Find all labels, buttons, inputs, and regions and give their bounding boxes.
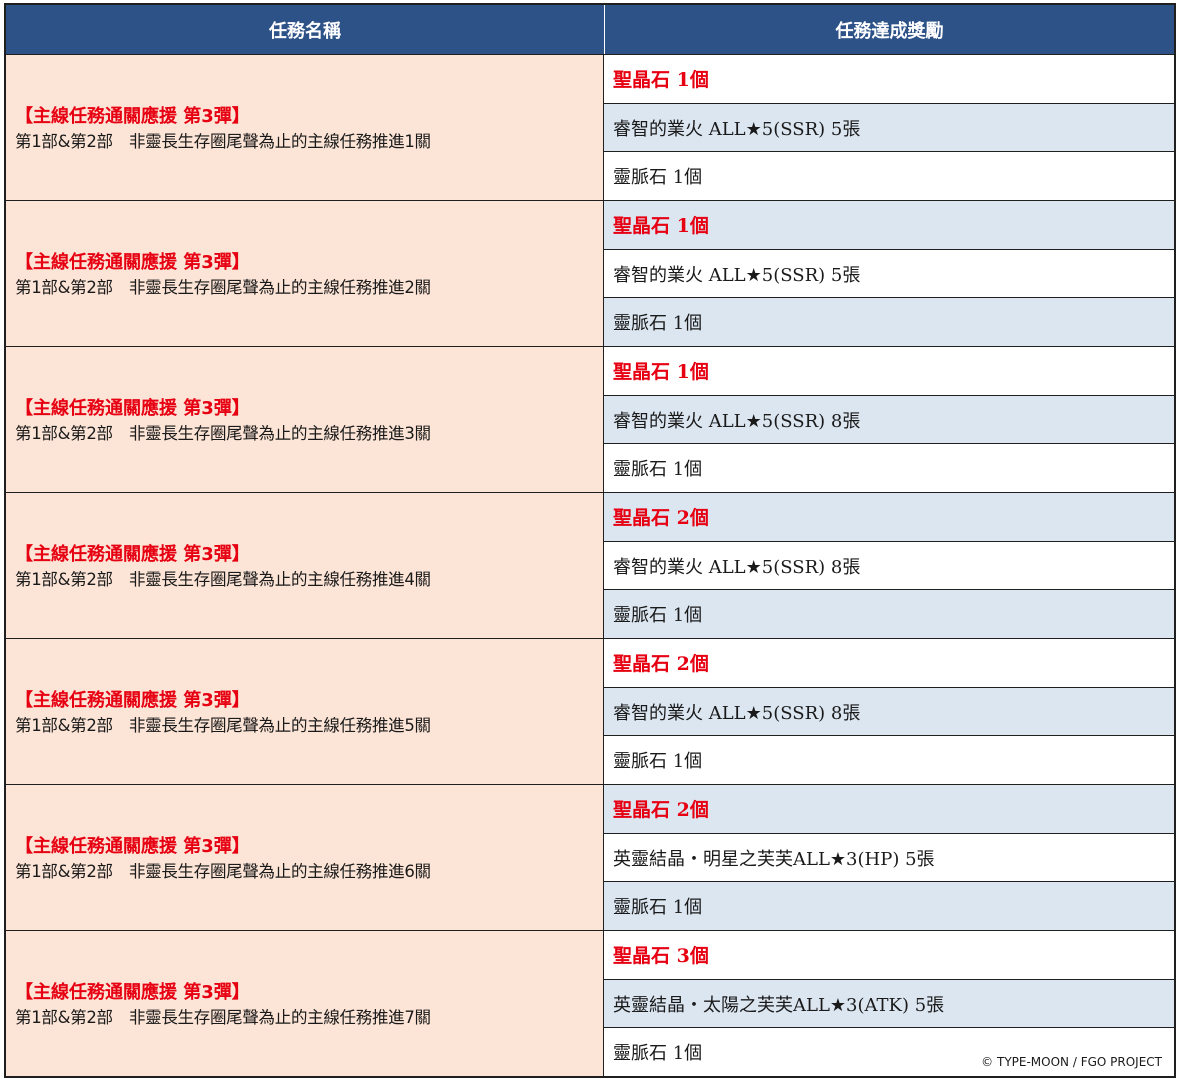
table-row: 【主線任務通關應援 第3彈】第1部&第2部 非靈長生存圈尾聲為止的主線任務推進4… <box>6 493 1174 639</box>
table-body: 【主線任務通關應援 第3彈】第1部&第2部 非靈長生存圈尾聲為止的主線任務推進1… <box>6 55 1174 1077</box>
table-row: 【主線任務通關應援 第3彈】第1部&第2部 非靈長生存圈尾聲為止的主線任務推進2… <box>6 201 1174 347</box>
header-mission-name: 任務名稱 <box>6 5 605 54</box>
table-header: 任務名稱 任務達成獎勵 <box>6 5 1174 55</box>
mission-title: 【主線任務通關應援 第3彈】 <box>15 105 250 127</box>
reward-item: 聖晶石 3個 <box>604 931 1174 980</box>
reward-item: 聖晶石 1個 <box>604 347 1174 396</box>
mission-name-cell: 【主線任務通關應援 第3彈】第1部&第2部 非靈長生存圈尾聲為止的主線任務推進3… <box>6 347 604 492</box>
table-row: 【主線任務通關應援 第3彈】第1部&第2部 非靈長生存圈尾聲為止的主線任務推進3… <box>6 347 1174 493</box>
reward-item: 靈脈石 1個 <box>604 882 1174 931</box>
mission-name-cell: 【主線任務通關應援 第3彈】第1部&第2部 非靈長生存圈尾聲為止的主線任務推進5… <box>6 639 604 784</box>
mission-description: 第1部&第2部 非靈長生存圈尾聲為止的主線任務推進5關 <box>15 715 431 735</box>
reward-item: 英靈結晶・太陽之芙芙ALL★3(ATK) 5張 <box>604 979 1174 1029</box>
mission-description: 第1部&第2部 非靈長生存圈尾聲為止的主線任務推進7關 <box>15 1007 431 1027</box>
mission-description: 第1部&第2部 非靈長生存圈尾聲為止的主線任務推進1關 <box>15 131 431 151</box>
mission-name-cell: 【主線任務通關應援 第3彈】第1部&第2部 非靈長生存圈尾聲為止的主線任務推進1… <box>6 55 604 200</box>
reward-item: 睿智的業火 ALL★5(SSR) 8張 <box>604 687 1174 737</box>
mission-name-cell: 【主線任務通關應援 第3彈】第1部&第2部 非靈長生存圈尾聲為止的主線任務推進6… <box>6 785 604 930</box>
reward-item: 睿智的業火 ALL★5(SSR) 8張 <box>604 395 1174 445</box>
mission-reward-cell: 聖晶石 2個 睿智的業火 ALL★5(SSR) 8張 靈脈石 1個 <box>604 493 1174 639</box>
mission-reward-table: 任務名稱 任務達成獎勵 【主線任務通關應援 第3彈】第1部&第2部 非靈長生存圈… <box>4 3 1176 1078</box>
mission-reward-cell: 聖晶石 1個 睿智的業火 ALL★5(SSR) 8張 靈脈石 1個 <box>604 347 1174 493</box>
reward-item: 睿智的業火 ALL★5(SSR) 5張 <box>604 249 1174 299</box>
reward-item: 聖晶石 1個 <box>604 55 1174 104</box>
mission-name-cell: 【主線任務通關應援 第3彈】第1部&第2部 非靈長生存圈尾聲為止的主線任務推進7… <box>6 931 604 1076</box>
mission-reward-cell: 聖晶石 1個 睿智的業火 ALL★5(SSR) 5張 靈脈石 1個 <box>604 55 1174 201</box>
mission-reward-cell: 聖晶石 2個 英靈結晶・明星之芙芙ALL★3(HP) 5張 靈脈石 1個 <box>604 785 1174 931</box>
reward-item: 英靈結晶・明星之芙芙ALL★3(HP) 5張 <box>604 833 1174 883</box>
mission-title: 【主線任務通關應援 第3彈】 <box>15 689 250 711</box>
mission-reward-cell: 聖晶石 1個 睿智的業火 ALL★5(SSR) 5張 靈脈石 1個 <box>604 201 1174 347</box>
reward-item: 聖晶石 2個 <box>604 639 1174 688</box>
reward-item: 靈脈石 1個 <box>604 590 1174 639</box>
table-row: 【主線任務通關應援 第3彈】第1部&第2部 非靈長生存圈尾聲為止的主線任務推進6… <box>6 785 1174 931</box>
mission-title: 【主線任務通關應援 第3彈】 <box>15 251 250 273</box>
reward-item: 睿智的業火 ALL★5(SSR) 5張 <box>604 103 1174 153</box>
mission-description: 第1部&第2部 非靈長生存圈尾聲為止的主線任務推進6關 <box>15 861 431 881</box>
mission-description: 第1部&第2部 非靈長生存圈尾聲為止的主線任務推進3關 <box>15 423 431 443</box>
reward-item: 聖晶石 1個 <box>604 201 1174 250</box>
reward-item: 靈脈石 1個 <box>604 444 1174 493</box>
reward-item: 靈脈石 1個 <box>604 298 1174 347</box>
mission-name-cell: 【主線任務通關應援 第3彈】第1部&第2部 非靈長生存圈尾聲為止的主線任務推進2… <box>6 201 604 346</box>
reward-item: 聖晶石 2個 <box>604 785 1174 834</box>
reward-item: 靈脈石 1個 <box>604 736 1174 785</box>
reward-item: 靈脈石 1個 <box>604 152 1174 201</box>
mission-title: 【主線任務通關應援 第3彈】 <box>15 981 250 1003</box>
mission-title: 【主線任務通關應援 第3彈】 <box>15 543 250 565</box>
reward-item: 睿智的業火 ALL★5(SSR) 8張 <box>604 541 1174 591</box>
reward-item: 聖晶石 2個 <box>604 493 1174 542</box>
mission-name-cell: 【主線任務通關應援 第3彈】第1部&第2部 非靈長生存圈尾聲為止的主線任務推進4… <box>6 493 604 638</box>
mission-description: 第1部&第2部 非靈長生存圈尾聲為止的主線任務推進4關 <box>15 569 431 589</box>
mission-title: 【主線任務通關應援 第3彈】 <box>15 835 250 857</box>
mission-title: 【主線任務通關應援 第3彈】 <box>15 397 250 419</box>
header-mission-reward: 任務達成獎勵 <box>835 20 944 42</box>
copyright-notice: © TYPE-MOON / FGO PROJECT <box>981 1055 1162 1069</box>
mission-reward-cell: 聖晶石 2個 睿智的業火 ALL★5(SSR) 8張 靈脈石 1個 <box>604 639 1174 785</box>
table-row: 【主線任務通關應援 第3彈】第1部&第2部 非靈長生存圈尾聲為止的主線任務推進5… <box>6 639 1174 785</box>
mission-description: 第1部&第2部 非靈長生存圈尾聲為止的主線任務推進2關 <box>15 277 431 297</box>
table-row: 【主線任務通關應援 第3彈】第1部&第2部 非靈長生存圈尾聲為止的主線任務推進1… <box>6 55 1174 201</box>
